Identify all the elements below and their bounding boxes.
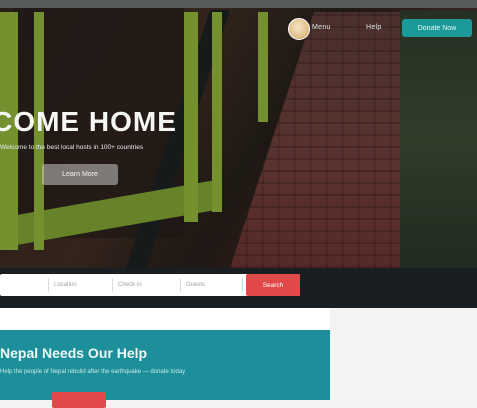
nav-link[interactable]: Help (366, 24, 382, 31)
promo-button[interactable] (52, 392, 106, 408)
promo-card (0, 330, 330, 400)
search-button[interactable]: Search (246, 274, 300, 296)
promo-text: Help the people of Nepal rebuild after t… (0, 369, 186, 375)
search-field-checkin[interactable]: Check-in (118, 274, 142, 296)
search-field-location[interactable]: Location (54, 274, 77, 296)
search-field-guests[interactable]: Guests (186, 274, 205, 296)
hero-headline: LCOME HOME (0, 106, 177, 137)
donate-button[interactable]: Donate Now (402, 19, 472, 37)
search-divider (242, 278, 243, 292)
hero-banner: Menu Help Donate Now LCOME HOME Welcome … (0, 0, 477, 268)
sidebar-area (330, 308, 477, 400)
search-divider (48, 278, 49, 292)
hero-subtitle: Welcome to the best local hosts in 100+ … (0, 144, 144, 151)
hero-cta-button[interactable]: Learn More (42, 164, 118, 185)
search-divider (112, 278, 113, 292)
promo-title: Nepal Needs Our Help (0, 345, 148, 361)
nav-link[interactable]: Menu (312, 24, 331, 31)
search-divider (180, 278, 181, 292)
site-logo[interactable] (288, 18, 310, 40)
